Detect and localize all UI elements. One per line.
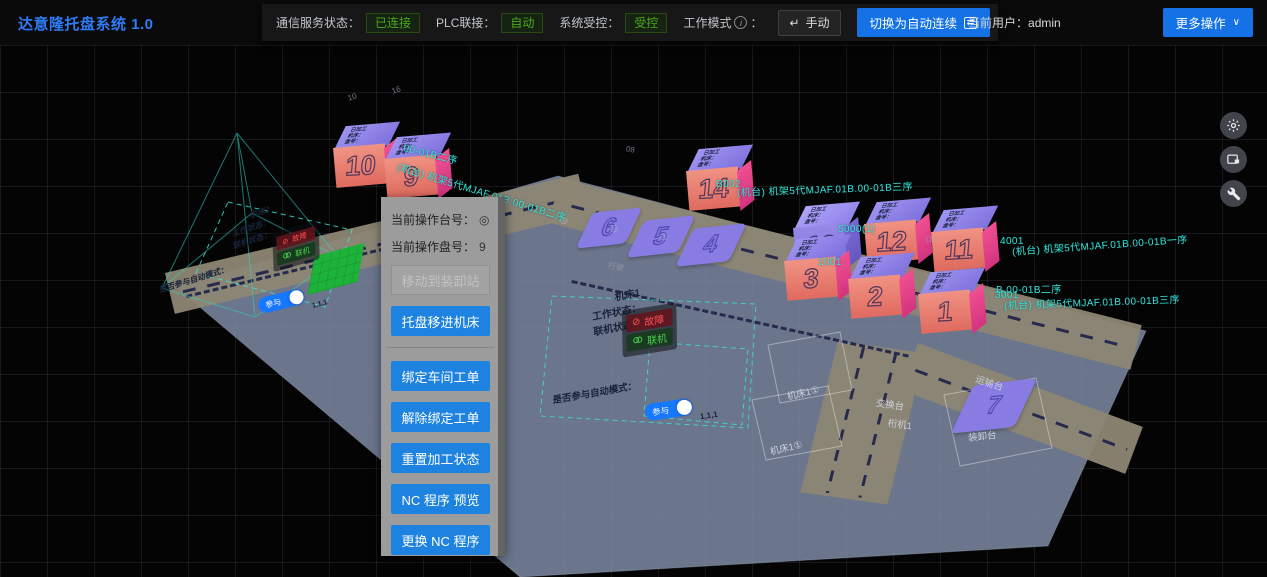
menu-divider <box>387 347 494 348</box>
cube-front-face: 1 <box>918 289 973 333</box>
manual-mode-button[interactable]: ↵ 手动 <box>778 10 840 36</box>
grid-annotation: 08 <box>625 144 636 155</box>
camera-icon <box>1226 152 1241 167</box>
context-menu-button[interactable]: 移动到装卸站 <box>391 265 490 295</box>
wrench-icon <box>1227 187 1241 201</box>
grid-annotation: 16 <box>391 84 402 95</box>
grid-annotation: 10 <box>347 91 358 102</box>
machine-name: 机床1 <box>565 286 641 316</box>
machine-counts: 1,1,1 <box>699 410 718 421</box>
gear-icon <box>1226 118 1241 133</box>
info-icon: i <box>734 16 747 29</box>
fault-icon: ⊘ <box>632 316 640 328</box>
machine-status-panel: ⊘故障 联机 <box>622 302 677 357</box>
pallet-cube[interactable]: 已加工 机床： 盘号： 11 <box>931 206 999 274</box>
enter-icon: ↵ <box>789 16 799 30</box>
context-info-row: 当前操作台号：◎ <box>391 211 490 228</box>
context-menu-button[interactable]: NC 程序 预览 <box>391 484 490 514</box>
status-badge: 自动 <box>501 13 543 33</box>
auto-mode-label: 是否参与自动模式： <box>552 378 637 407</box>
chevron-down-icon: ∨ <box>1233 17 1240 28</box>
more-actions-button[interactable]: 更多操作 ∨ <box>1163 8 1253 37</box>
pallet-context-menu: 当前操作台号：◎ 当前操作盘号：9 移动到装卸站托盘移进机床绑定车间工单解除绑定工… <box>381 197 505 556</box>
online-badge: 联机 <box>626 327 673 352</box>
work-mode-label: 工作模式 i ： <box>683 14 762 31</box>
status-item: PLC联接： 自动 <box>436 13 543 33</box>
status-item: 通信服务状态： 已连接 <box>276 13 420 33</box>
station-marker-icon: ◎ <box>610 223 618 234</box>
link-status-label: 联机状态： <box>567 316 643 346</box>
station-marker-icon: ◎ <box>660 231 668 242</box>
work-status-label: 工作状态： <box>566 301 642 331</box>
3d-viewport[interactable]: 机床2 工作状态： 联机状态： ⊘故障 联机 是否参与自动模式： 参与 1,1,… <box>0 45 1267 577</box>
context-menu-button[interactable]: 托盘移进机床 <box>391 306 490 336</box>
cube-side-face <box>969 283 987 334</box>
context-info-row: 当前操作盘号：9 <box>391 238 490 255</box>
toggle-knob[interactable] <box>288 289 305 306</box>
cube-front-face: 2 <box>848 274 903 318</box>
area-label: 机床1① <box>768 437 803 458</box>
machine-counts: 1,1,1 <box>311 299 328 310</box>
grid-annotation: (1) <box>926 235 936 244</box>
link-icon <box>632 335 643 348</box>
status-item: 系统受控： 受控 <box>559 13 667 33</box>
status-bar: 通信服务状态： 已连接 PLC联接： 自动 系统受控： 受控 工作模式 i ： … <box>262 4 998 41</box>
grid-annotation: 行驶 <box>607 260 625 274</box>
area-label: 机床1① <box>785 382 820 403</box>
status-badge: 已连接 <box>366 13 420 33</box>
auto-mode-toggle[interactable]: 参与 <box>644 398 694 422</box>
pallet-cube[interactable]: 已加工 机床： 盘号： 1 <box>918 268 986 336</box>
side-toolbar <box>1220 112 1247 207</box>
area-label: 装卸台 <box>967 427 997 444</box>
pallet-cube[interactable]: 已加工 机床： 盘号： 2 <box>848 253 916 321</box>
cube-front-face: 10 <box>333 143 388 187</box>
settings-button[interactable] <box>1220 112 1247 139</box>
context-menu-button[interactable]: 重置加工状态 <box>391 443 490 473</box>
cube-side-face <box>899 268 917 319</box>
work-order-label: 5000(1) <box>838 224 875 235</box>
repair-button[interactable] <box>1220 180 1247 207</box>
app-title: 达意隆托盘系统 1.0 <box>18 13 154 34</box>
work-status-label: 工作状态： <box>215 216 271 246</box>
toggle-knob[interactable] <box>676 399 693 416</box>
context-menu-button[interactable]: 解除绑定工单 <box>391 402 490 432</box>
fault-badge: ⊘故障 <box>626 308 673 333</box>
status-badge: 受控 <box>625 13 667 33</box>
pallet-cube[interactable]: 已加工 机床： 盘号： 3 <box>784 235 852 303</box>
menu-scrollbar[interactable] <box>498 197 505 556</box>
work-order-label: 1001 <box>818 257 842 268</box>
context-menu-button[interactable]: 绑定车间工单 <box>391 361 490 391</box>
context-menu-button[interactable]: 更换 NC 程序 <box>391 525 490 555</box>
camera-button[interactable] <box>1220 146 1247 173</box>
machine-name: 机床2 <box>214 204 270 234</box>
work-order-label: (机台) 机架5代MJAF.01B.00-01B三序 <box>737 178 913 199</box>
cube-front-face: 11 <box>931 227 986 271</box>
cube-side-face <box>982 221 1000 272</box>
work-order-label: (机台) 机架5代MJAF.01B.00-01B一序 <box>1011 231 1188 258</box>
current-user: 当前用户：admin <box>968 0 1061 45</box>
top-bar: 达意隆托盘系统 1.0 通信服务状态： 已连接 PLC联接： 自动 系统受控： … <box>0 0 1267 45</box>
road-segment-left <box>165 174 588 314</box>
